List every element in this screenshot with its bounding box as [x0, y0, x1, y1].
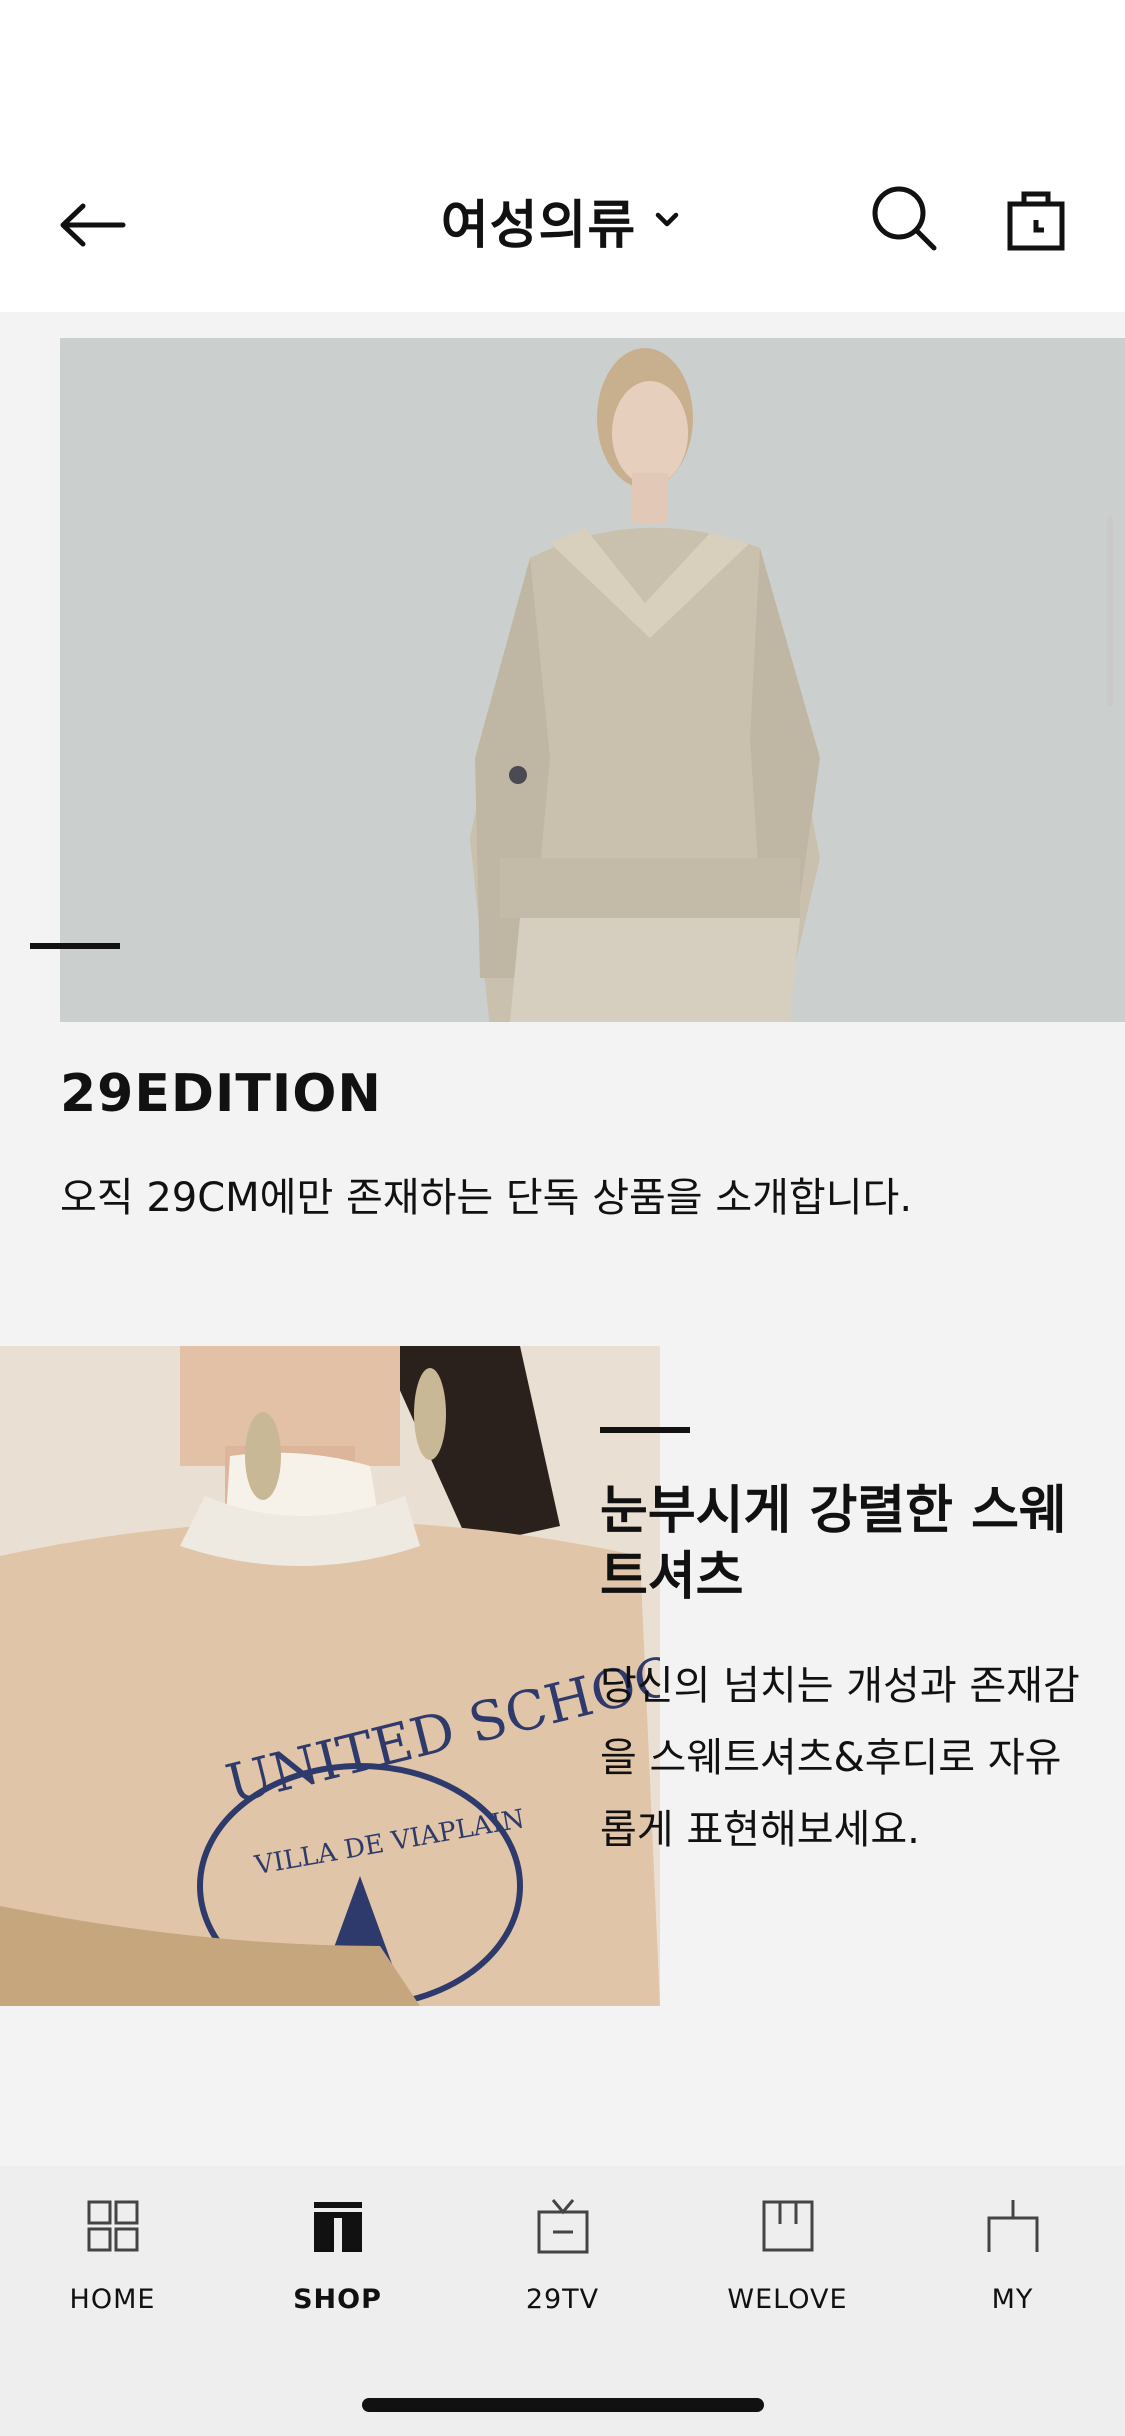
top-navigation-bar: 여성의류: [0, 0, 1125, 312]
tab-my[interactable]: MY: [900, 2196, 1125, 2336]
tab-label: WELOVE: [727, 2284, 848, 2315]
feature-description: 오직 29CM에만 존재하는 단독 상품을 소개합니다.: [60, 1175, 913, 1221]
arrow-left-icon: [60, 203, 126, 247]
promo-description: 당신의 넘치는 개성과 존재감을 스웨트셔츠&후디로 자유롭게 표현해보세요.: [600, 1663, 1080, 1853]
tab-label: 29TV: [525, 2284, 600, 2315]
promo-title[interactable]: 눈부시게 강렬한 스웨트셔츠: [600, 1478, 1080, 1610]
category-title-group: 여성의류: [0, 183, 1125, 258]
tab-label: SHOP: [293, 2284, 382, 2315]
model-sweatshirt-photo: UNITED SCHOOL VILLA DE VIAPLAIN: [0, 1346, 660, 2006]
user-icon: [987, 2200, 1038, 2252]
sweatshirt-promo-image[interactable]: UNITED SCHOOL VILLA DE VIAPLAIN: [0, 1346, 660, 2006]
model-sweater-photo: [60, 338, 1125, 1022]
chevron-down-icon[interactable]: [650, 203, 684, 237]
tab-home[interactable]: HOME: [0, 2196, 225, 2336]
scroll-indicator[interactable]: [1107, 516, 1113, 706]
tab-label: MY: [991, 2284, 1034, 2315]
shop-icon: [313, 2202, 362, 2252]
tab-welove[interactable]: WELOVE: [675, 2196, 900, 2336]
tab-shop[interactable]: SHOP: [225, 2196, 450, 2336]
tv-icon: [537, 2199, 588, 2254]
accent-dash: [30, 943, 120, 949]
back-button[interactable]: [52, 185, 132, 265]
grid-icon: [87, 2200, 138, 2252]
tab-label: HOME: [69, 2284, 156, 2315]
book-icon: [762, 2200, 813, 2252]
29edition-feature-image[interactable]: [60, 338, 1125, 1022]
home-indicator: [362, 2398, 764, 2412]
feature-title[interactable]: 29EDITION: [60, 1064, 382, 1124]
category-title[interactable]: 여성의류: [441, 183, 636, 258]
tab-29tv[interactable]: 29TV: [450, 2196, 675, 2336]
search-icon[interactable]: [868, 182, 940, 254]
accent-dash: [600, 1427, 690, 1433]
shopping-bag-icon[interactable]: [1000, 182, 1072, 254]
